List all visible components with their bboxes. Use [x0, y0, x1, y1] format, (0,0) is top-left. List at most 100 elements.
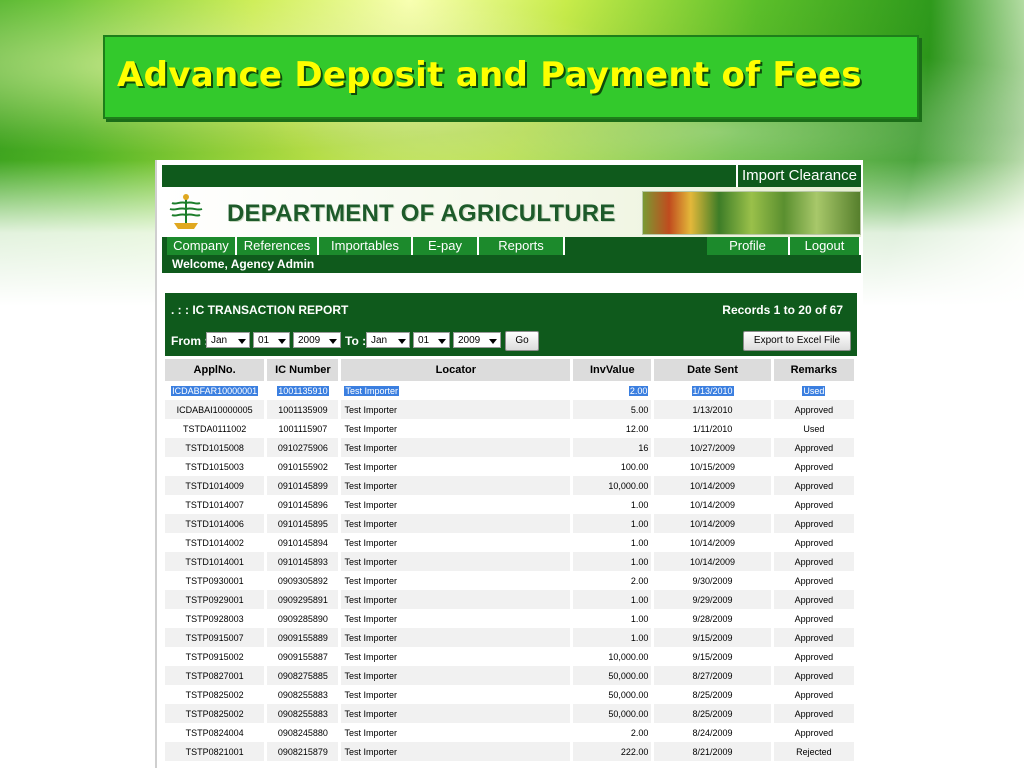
table-row[interactable]: TSTP0915002 0909155887 Test Importer 10,000… [165, 647, 857, 666]
export-excel-button[interactable]: Export to Excel File [743, 331, 851, 351]
cell-applno-text: TSTD1014006 [185, 518, 244, 529]
chevron-down-icon [438, 339, 446, 344]
table-row[interactable]: TSTP0821001 0908215879 Test Importer 222.00… [165, 742, 857, 761]
cell-applno-text: ICDABAI10000005 [176, 404, 253, 415]
table-row[interactable]: TSTD1014001 0910145893 Test Importer 1.00 10… [165, 552, 857, 571]
cell-ic-number: 0908255883 [267, 704, 342, 723]
cell-invvalue: 50,000.00 [573, 666, 655, 685]
to-month-select[interactable]: Jan [366, 332, 410, 348]
cell-remarks-text: Rejected [796, 746, 832, 757]
table-row[interactable]: TSTP0930001 0909305892 Test Importer 2.00 9/… [165, 571, 857, 590]
cell-ic-number: 0909285890 [267, 609, 342, 628]
cell-locator-text: Test Importer [344, 651, 397, 662]
cell-applno-text: TSTP0825002 [185, 689, 244, 700]
cell-remarks-text: Used [802, 385, 826, 396]
cell-remarks: Approved [773, 590, 857, 609]
from-day-select[interactable]: 01 [253, 332, 290, 348]
cell-ic-number-text: 0910145899 [277, 480, 328, 491]
cell-ic-number-text: 0910275906 [277, 442, 328, 453]
cell-date-sent: 9/15/2009 [654, 628, 774, 647]
from-month-select[interactable]: Jan [206, 332, 250, 348]
cell-ic-number: 0910145899 [267, 476, 342, 495]
cell-ic-number-text: 0909305892 [277, 575, 328, 586]
nav-company[interactable]: Company [167, 237, 237, 255]
slide-title-box: Advance Deposit and Payment of Fees [103, 35, 919, 119]
cell-locator-text: Test Importer [344, 708, 397, 719]
cell-locator: Test Importer [341, 571, 574, 590]
chevron-down-icon [238, 339, 246, 344]
cell-invvalue-text: 1.00 [630, 518, 649, 529]
cell-remarks-text: Approved [794, 556, 834, 567]
table-row[interactable]: TSTP0824004 0908245880 Test Importer 2.00 8/… [165, 723, 857, 742]
col-header-remarks[interactable]: Remarks [773, 359, 857, 381]
cell-applno: TSTD1014002 [165, 533, 268, 552]
cell-applno-text: TSTDA0111002 [183, 423, 247, 434]
table-row[interactable]: TSTP0915007 0909155889 Test Importer 1.00 9/… [165, 628, 857, 647]
col-header-invvalue[interactable]: InvValue [573, 359, 655, 381]
table-row[interactable]: TSTD1015003 0910155902 Test Importer 100.00… [165, 457, 857, 476]
to-year-select[interactable]: 2009 [453, 332, 501, 348]
nav-profile[interactable]: Profile [707, 237, 790, 255]
cell-locator-text: Test Importer [344, 423, 397, 434]
cell-applno: TSTP0928003 [165, 609, 268, 628]
table-row[interactable]: TSTD1014006 0910145895 Test Importer 1.00 10… [165, 514, 857, 533]
cell-remarks: Approved [773, 438, 857, 457]
col-header-applno[interactable]: ApplNo. [165, 359, 268, 381]
cell-invvalue: 100.00 [573, 457, 655, 476]
nav-reports[interactable]: Reports [479, 237, 565, 255]
cell-applno: TSTDA0111002 [165, 419, 268, 438]
cell-invvalue: 2.00 [573, 381, 655, 400]
cell-applno: TSTP0915007 [165, 628, 268, 647]
table-row[interactable]: TSTP0929001 0909295891 Test Importer 1.00 9/… [165, 590, 857, 609]
nav-epay[interactable]: E-pay [413, 237, 479, 255]
table-row[interactable]: TSTD1014007 0910145896 Test Importer 1.00 10… [165, 495, 857, 514]
cell-ic-number: 0908275885 [267, 666, 342, 685]
cell-applno: TSTD1014007 [165, 495, 268, 514]
cell-applno-text: TSTD1015003 [185, 461, 244, 472]
cell-locator: Test Importer [341, 552, 574, 571]
table-row[interactable]: TSTDA0111002 1001115907 Test Importer 12.00… [165, 419, 857, 438]
cell-locator-text: Test Importer [344, 480, 397, 491]
cell-invvalue: 1.00 [573, 552, 655, 571]
nav-logout[interactable]: Logout [790, 237, 861, 255]
col-header-ic-number[interactable]: IC Number [267, 359, 342, 381]
cell-invvalue: 1.00 [573, 628, 655, 647]
table-row[interactable]: ICDABAI10000005 1001135909 Test Importer 5.… [165, 400, 857, 419]
cell-date-sent-text: 1/11/2010 [692, 423, 733, 434]
cell-date-sent-text: 1/13/2010 [691, 385, 734, 396]
table-row[interactable]: TSTD1015008 0910275906 Test Importer 16 10/2… [165, 438, 857, 457]
table-row[interactable]: TSTP0928003 0909285890 Test Importer 1.00 9/… [165, 609, 857, 628]
cell-applno: TSTP0915002 [165, 647, 268, 666]
nav-importables[interactable]: Importables [319, 237, 413, 255]
go-button[interactable]: Go [505, 331, 539, 351]
cell-invvalue: 1.00 [573, 533, 655, 552]
cell-invvalue-text: 2.00 [630, 727, 649, 738]
col-header-locator[interactable]: Locator [341, 359, 574, 381]
table-row[interactable]: TSTP0827001 0908275885 Test Importer 50,000… [165, 666, 857, 685]
cell-date-sent: 9/15/2009 [654, 647, 774, 666]
col-header-date-sent[interactable]: Date Sent [654, 359, 774, 381]
cell-invvalue-text: 12.00 [625, 423, 649, 434]
table-row[interactable]: TSTD1014009 0910145899 Test Importer 10,000… [165, 476, 857, 495]
from-year-select[interactable]: 2009 [293, 332, 341, 348]
cell-remarks-text: Approved [794, 461, 834, 472]
cell-applno-text: TSTP0825002 [185, 708, 244, 719]
to-day-select[interactable]: 01 [413, 332, 450, 348]
cell-remarks-text: Approved [794, 537, 834, 548]
cell-date-sent: 8/27/2009 [654, 666, 774, 685]
chevron-down-icon [278, 339, 286, 344]
cell-invvalue-text: 2.00 [630, 575, 649, 586]
table-row[interactable]: TSTP0825002 0908255883 Test Importer 50,000… [165, 685, 857, 704]
import-clearance-tab[interactable]: Import Clearance [735, 165, 861, 187]
nav-references[interactable]: References [237, 237, 319, 255]
cell-date-sent: 10/14/2009 [654, 476, 774, 495]
table-row[interactable]: TSTD1014002 0910145894 Test Importer 1.00 10… [165, 533, 857, 552]
table-row[interactable]: ICDABFAR10000001 1001135910 Test Importer 2… [165, 381, 857, 400]
cell-applno: TSTD1015008 [165, 438, 268, 457]
cell-locator: Test Importer [341, 590, 574, 609]
table-row[interactable]: TSTP0825002 0908255883 Test Importer 50,000… [165, 704, 857, 723]
cell-locator: Test Importer [341, 476, 574, 495]
cell-remarks: Approved [773, 628, 857, 647]
cell-ic-number-text: 0908245880 [277, 727, 328, 738]
top-bar: Import Clearance [162, 165, 861, 187]
